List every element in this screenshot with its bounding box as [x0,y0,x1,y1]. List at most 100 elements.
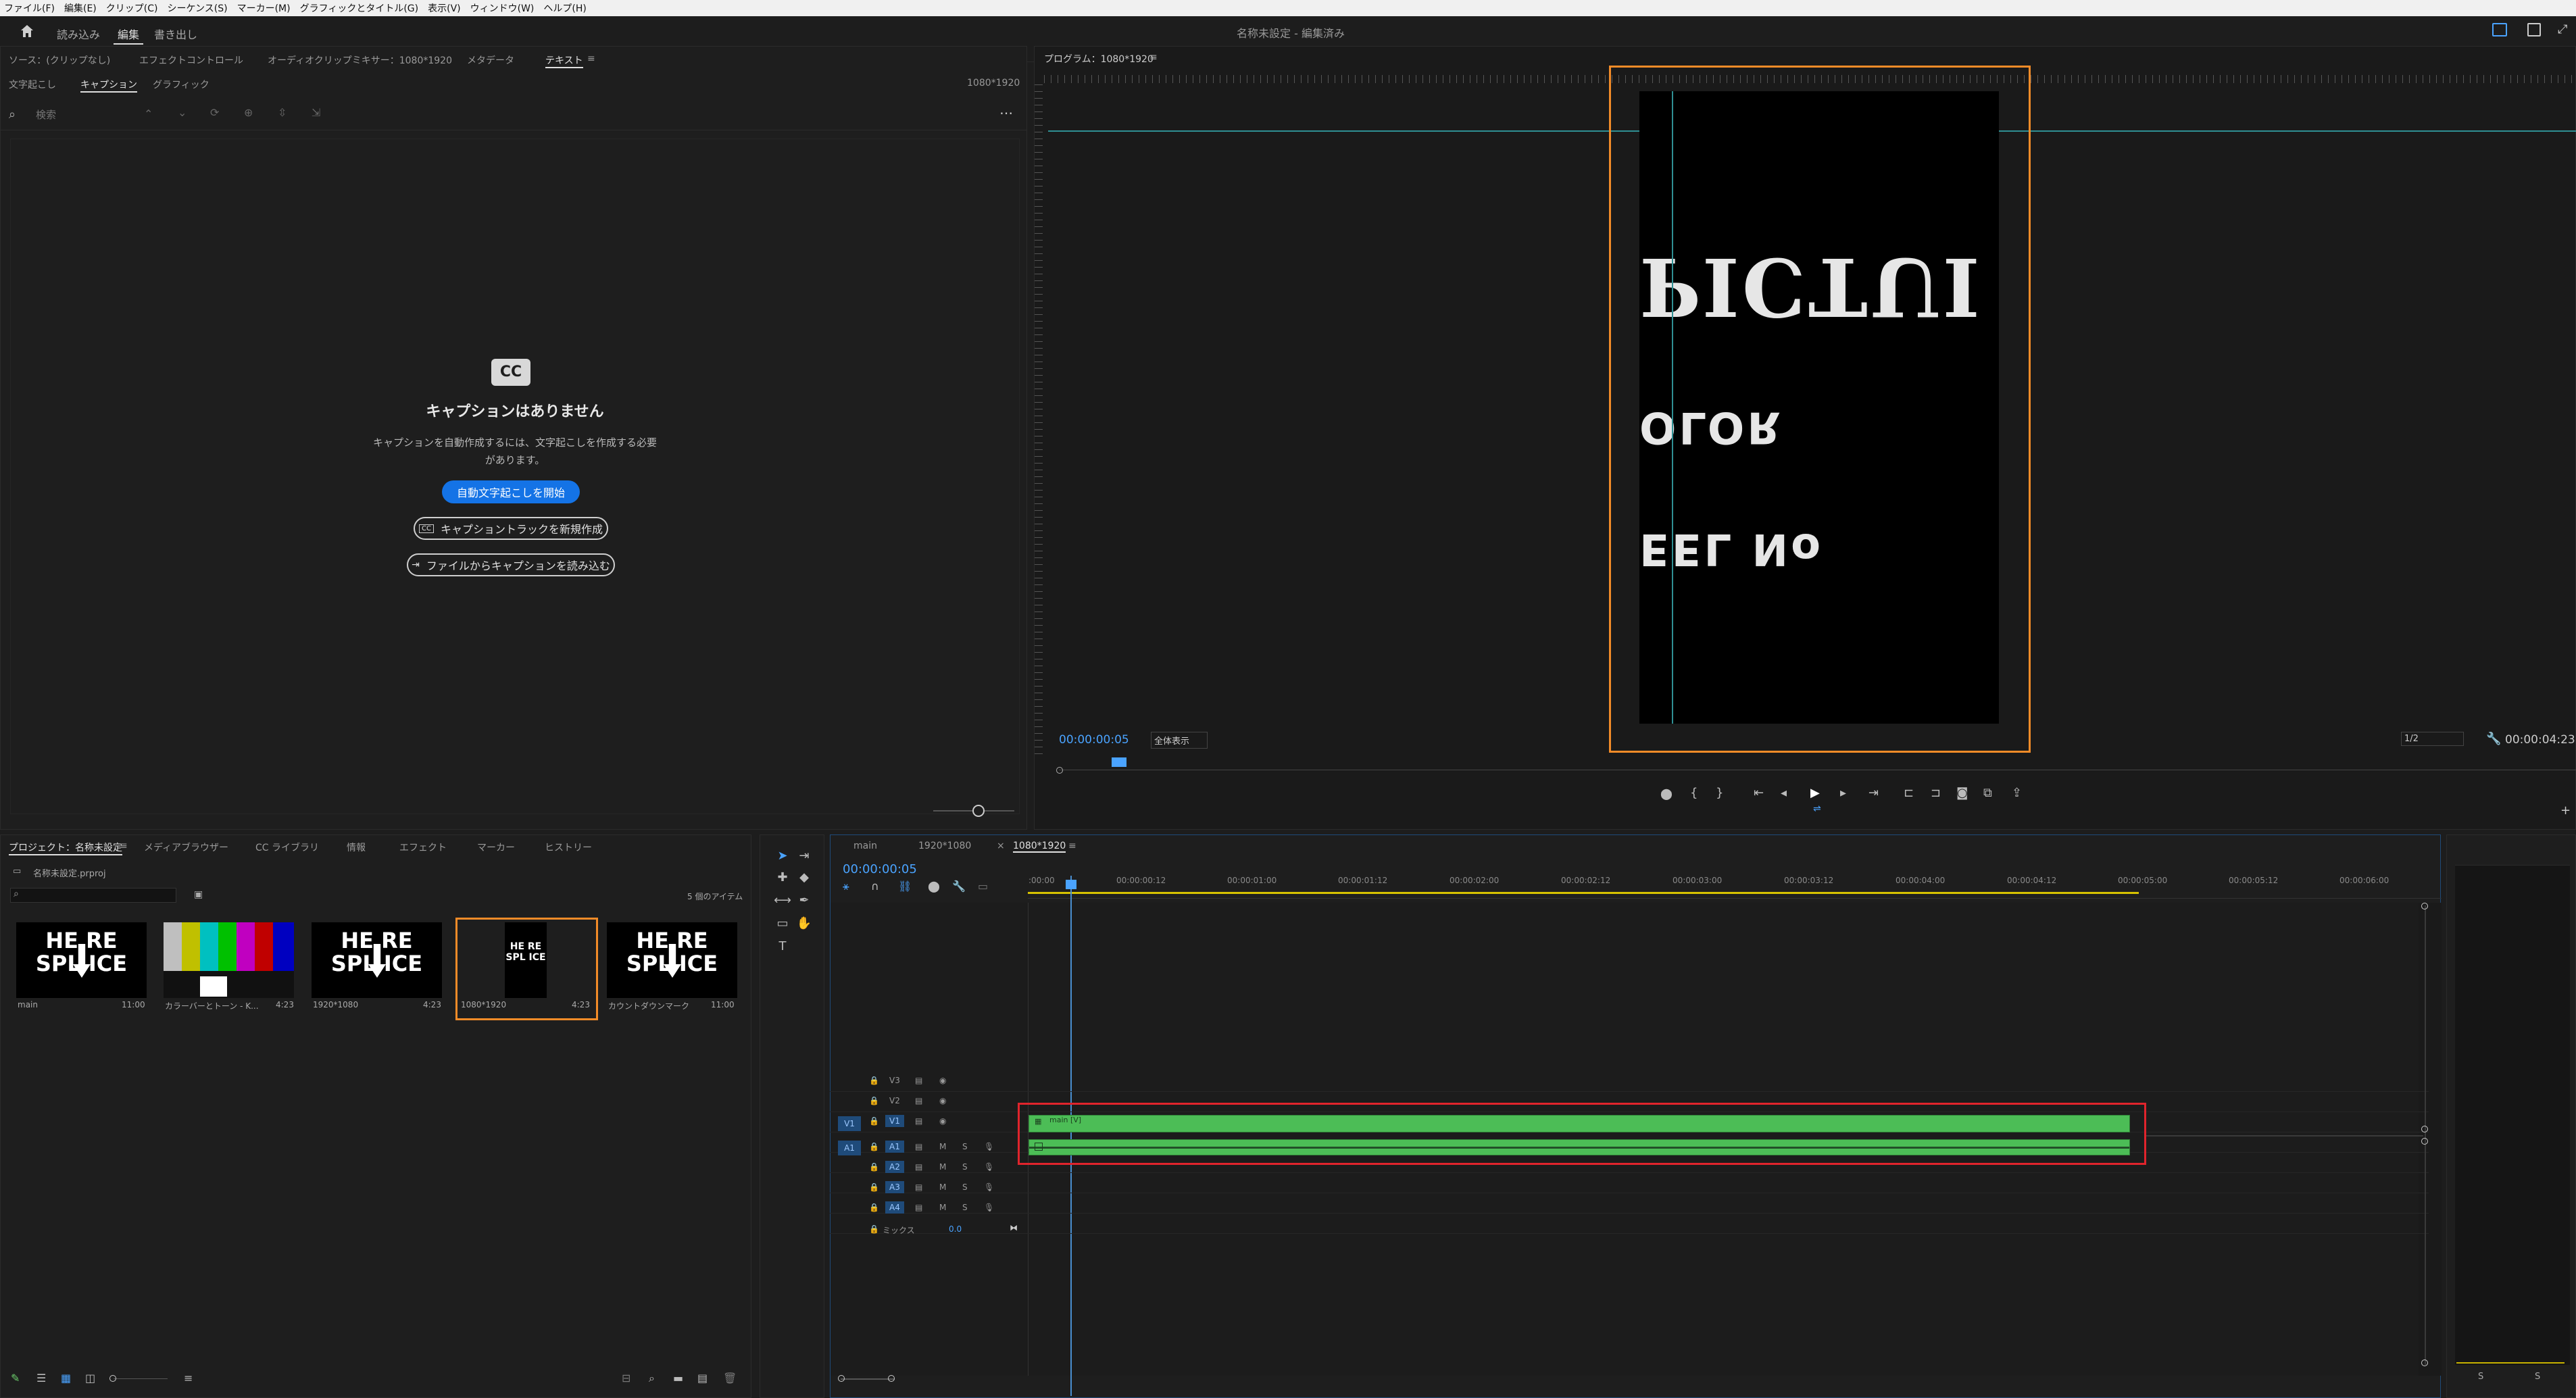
fit-dropdown[interactable]: 全体表示 [1151,732,1208,749]
pen-tool-icon[interactable]: ✒ [795,892,813,909]
lock-icon[interactable]: 🔒 [869,1076,879,1085]
solo-icon[interactable]: S [962,1182,968,1192]
chevron-up-icon[interactable]: ⌃ [144,107,153,120]
project-item-thumbnail[interactable]: HE RE SPL ICE [16,922,147,998]
track-label-v1[interactable]: V1 [885,1115,904,1127]
track-label-a1[interactable]: A1 [885,1141,904,1153]
sequence-tab-1920x1080[interactable]: 1920*1080 [918,841,971,851]
tab-metadata[interactable]: メタデータ [467,53,514,67]
auto-transcribe-button[interactable]: 自動文字起こしを開始 [442,480,580,503]
icon-view-icon[interactable]: ▦ [61,1372,71,1384]
sync-lock-icon[interactable]: ▤ [915,1096,922,1105]
merge-icon[interactable]: ⇲ [312,106,320,119]
tab-effect-controls[interactable]: エフェクトコントロール [139,53,243,67]
tab-effects[interactable]: エフェクト [399,841,447,854]
play-icon[interactable]: ▶ [1810,786,1820,800]
bowtie-icon[interactable]: ⧓ [1010,1223,1018,1232]
trash-icon[interactable]: 🗑 [723,1372,737,1384]
overwrite-icon[interactable]: ⊐ [1931,786,1941,800]
track-select-tool-icon[interactable]: ⇥ [795,847,813,865]
scroll-handle-right[interactable] [888,1375,895,1382]
selection-tool-icon[interactable]: ➤ [774,847,791,865]
mark-out-icon[interactable]: } [1716,786,1723,800]
menu-view[interactable]: 表示(V) [428,1,461,15]
sync-lock-icon[interactable]: ▤ [915,1142,922,1151]
menu-graphics[interactable]: グラフィックとタイトル(G) [300,1,419,15]
comparison-icon[interactable]: ⧉ [1983,786,1992,800]
more-options-icon[interactable]: ⋯ [999,105,1013,121]
add-marker-icon[interactable]: ⬤ [1660,787,1673,800]
split-icon[interactable]: ⇳ [278,106,287,119]
add-icon[interactable]: ⊕ [244,106,253,119]
chevron-down-icon[interactable]: ⌄ [178,106,187,119]
step-forward-icon[interactable]: ▸ [1840,786,1846,800]
panel-menu-icon[interactable]: ≡ [120,841,128,851]
work-area-bar[interactable] [1028,892,2139,894]
menu-clip[interactable]: クリップ(C) [106,1,158,15]
meter-solo-left[interactable]: S [2478,1372,2483,1382]
pencil-icon[interactable]: ✎ [11,1372,20,1384]
scroll-handle-left[interactable] [838,1375,845,1382]
sort-icon[interactable]: ≡ [184,1372,193,1384]
sequence-tab-main[interactable]: main [853,841,877,851]
subtab-graphics[interactable]: グラフィック [153,78,209,91]
mute-icon[interactable]: M [939,1203,946,1212]
mic-icon[interactable]: 🎙 [984,1162,994,1172]
tab-source[interactable]: ソース：(クリップなし) [9,53,110,67]
menu-marker[interactable]: マーカー(M) [237,1,291,15]
track-label-a3[interactable]: A3 [885,1181,904,1193]
tab-media-browser[interactable]: メディアブラウザー [144,841,228,854]
lock-icon[interactable]: 🔒 [869,1224,879,1234]
hand-tool-icon[interactable]: ✋ [795,915,813,932]
eye-icon[interactable]: ◉ [939,1076,946,1085]
find-icon[interactable]: ⌕ [649,1372,655,1385]
captions-icon[interactable]: ▭ [978,880,988,893]
program-timecode[interactable]: 00:00:00:05 [1059,733,1129,747]
slip-tool-icon[interactable]: ⟷ [774,892,791,909]
automate-icon[interactable]: ⊟ [622,1372,630,1384]
mark-in-icon[interactable]: { [1690,786,1698,800]
workspace-tab-edit[interactable]: 編集 [114,24,144,45]
project-search-input[interactable]: ⌕ [10,888,176,903]
share-icon[interactable] [2527,23,2541,36]
vscroll-handle-top[interactable] [2421,903,2428,909]
tab-project[interactable]: プロジェクト：名称未設定 [9,841,122,855]
vscroll-handle-mid[interactable] [2421,1126,2428,1132]
scrub-start-handle[interactable] [1056,767,1063,774]
source-patch-a1[interactable]: A1 [838,1141,861,1155]
subtab-transcript[interactable]: 文字起こし [9,78,56,91]
zoom-slider-handle[interactable] [972,805,985,817]
vscroll-handle-mid2[interactable] [2421,1138,2428,1145]
panel-menu-icon[interactable]: ≡ [1068,841,1076,851]
resolution-dropdown[interactable]: 1/2 [2401,732,2464,746]
caption-search-input[interactable] [36,106,130,124]
audio-sync-icon[interactable]: ⇌ [1813,803,1821,814]
vertical-scroll-bar[interactable] [2425,905,2426,1365]
sync-lock-icon[interactable]: ▤ [915,1076,922,1085]
thumbnail-size-slider[interactable] [114,1378,168,1379]
menu-file[interactable]: ファイル(F) [4,1,55,15]
lock-icon[interactable]: 🔒 [869,1116,879,1126]
menu-window[interactable]: ウィンドウ(W) [470,1,535,15]
freeform-view-icon[interactable]: ◫ [85,1372,95,1384]
panel-menu-icon[interactable]: ≡ [1149,52,1158,63]
go-to-out-icon[interactable]: ⇥ [1868,786,1879,800]
tab-text[interactable]: テキスト [545,53,583,68]
lock-icon[interactable]: 🔒 [869,1142,879,1151]
step-back-icon[interactable]: ◂ [1781,786,1787,800]
ripple-edit-tool-icon[interactable]: ✚ [774,869,791,887]
new-caption-track-button[interactable]: CC キャプショントラックを新規作成 [414,517,608,540]
track-row-a3[interactable] [830,1173,2429,1193]
wrench-icon[interactable]: 🔧 [2486,732,2501,746]
home-icon[interactable] [19,23,35,39]
quick-export-icon[interactable] [2492,23,2507,36]
lock-icon[interactable]: 🔒 [869,1203,879,1212]
solo-icon[interactable]: S [962,1203,968,1212]
settings-wrench-icon[interactable]: 🔧 [952,880,966,893]
track-row-a4[interactable] [830,1193,2429,1214]
tab-audio-mixer[interactable]: オーディオクリップミキサー：1080*1920 [268,53,452,67]
playhead-handle[interactable] [1066,880,1076,889]
button-editor-plus-icon[interactable]: + [2560,803,2571,818]
tab-history[interactable]: ヒストリー [545,841,592,854]
menu-sequence[interactable]: シーケンス(S) [167,1,227,15]
